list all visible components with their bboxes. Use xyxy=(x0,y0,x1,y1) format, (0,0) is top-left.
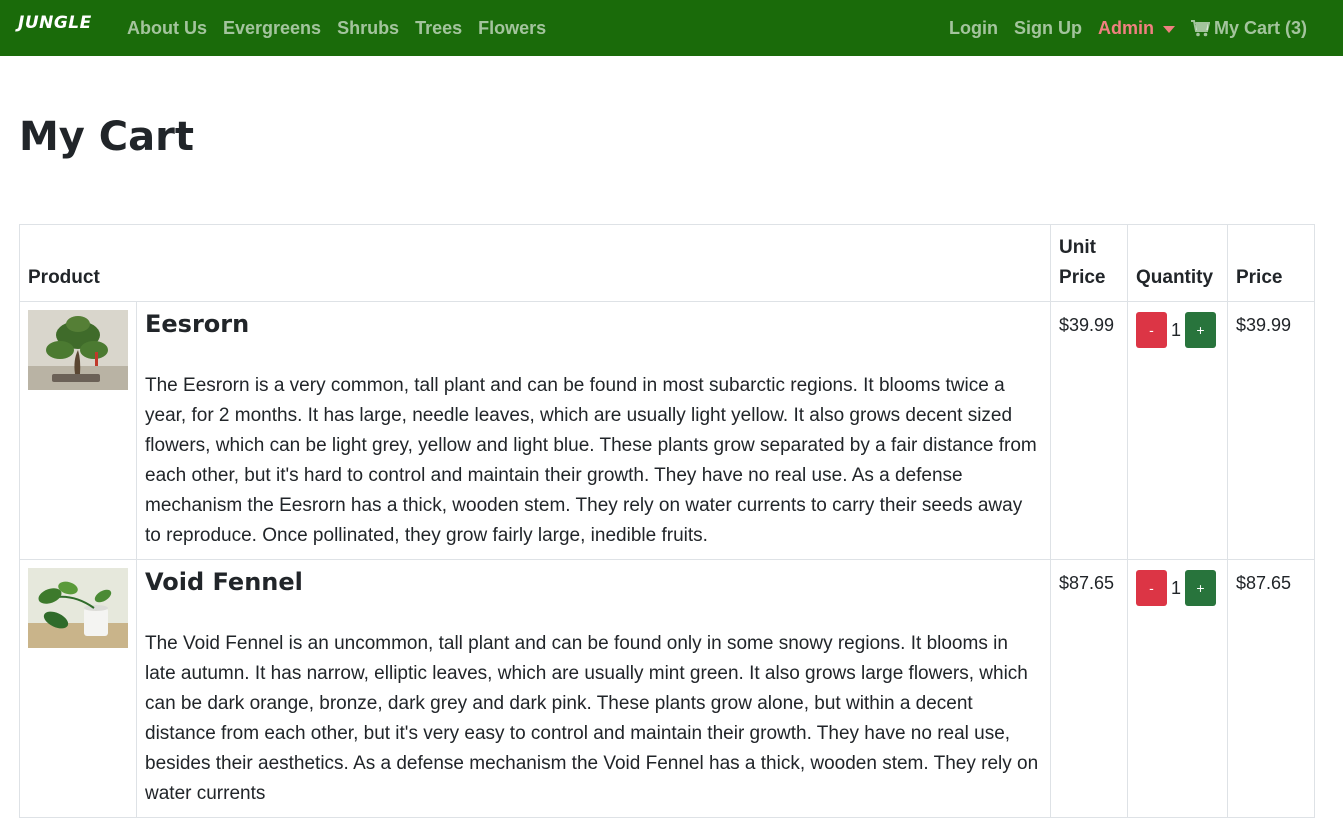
nav-link-evergreens[interactable]: Evergreens xyxy=(223,18,321,39)
header-product: Product xyxy=(18,224,1052,302)
nav-link-signup[interactable]: Sign Up xyxy=(1014,18,1082,39)
quantity-stepper: - 1 + xyxy=(1136,568,1219,606)
nav-link-flowers[interactable]: Flowers xyxy=(478,18,546,39)
nav-left: About Us Evergreens Shrubs Trees Flowers xyxy=(127,0,562,56)
line-price: $87.65 xyxy=(1226,559,1316,818)
product-name: Void Fennel xyxy=(145,568,303,596)
product-image-cell xyxy=(19,559,137,818)
nav-link-trees[interactable]: Trees xyxy=(415,18,462,39)
header-price: Price xyxy=(1226,224,1316,302)
unit-price: $39.99 xyxy=(1050,301,1128,560)
product-name: Eesrorn xyxy=(145,310,250,338)
quantity-cell: - 1 + xyxy=(1127,559,1228,818)
brand-logo[interactable]: JUNGLE xyxy=(18,13,92,33)
product-image-bonsai xyxy=(28,310,128,390)
page-title: My Cart xyxy=(19,114,194,160)
decrease-quantity-button[interactable]: - xyxy=(1136,312,1167,348)
header-unit-price: Unit Price xyxy=(1050,224,1128,302)
increase-quantity-button[interactable]: + xyxy=(1185,570,1216,606)
quantity-stepper: - 1 + xyxy=(1136,310,1219,348)
unit-price: $87.65 xyxy=(1050,559,1128,818)
caret-down-icon xyxy=(1162,25,1175,33)
header-quantity: Quantity xyxy=(1127,224,1228,302)
product-info-cell: Void Fennel The Void Fennel is an uncomm… xyxy=(135,559,1052,818)
product-image-potted-plant xyxy=(28,568,128,648)
table-row: Void Fennel The Void Fennel is an uncomm… xyxy=(19,559,1316,818)
nav-link-my-cart[interactable]: My Cart (3) xyxy=(1190,17,1307,39)
quantity-cell: - 1 + xyxy=(1127,301,1228,560)
admin-dropdown[interactable]: Admin xyxy=(1098,18,1175,39)
cart-table: Product Unit Price Quantity Price Eesror… xyxy=(18,224,1316,818)
nav-link-about-us[interactable]: About Us xyxy=(127,18,207,39)
line-price: $39.99 xyxy=(1226,301,1316,560)
increase-quantity-button[interactable]: + xyxy=(1185,312,1216,348)
nav-right: Login Sign Up Admin My Cart (3) xyxy=(933,0,1307,56)
product-description: The Eesrorn is a very common, tall plant… xyxy=(145,375,1037,546)
table-header-row: Product Unit Price Quantity Price xyxy=(18,224,1316,302)
decrease-quantity-button[interactable]: - xyxy=(1136,570,1167,606)
quantity-value: 1 xyxy=(1170,577,1181,598)
shopping-cart-icon xyxy=(1190,19,1210,36)
product-info-cell: Eesrorn The Eesrorn is a very common, ta… xyxy=(135,301,1052,560)
my-cart-label: My Cart (3) xyxy=(1213,17,1307,38)
product-image-cell xyxy=(19,301,137,560)
product-description: The Void Fennel is an uncommon, tall pla… xyxy=(145,633,1039,804)
nav-link-login[interactable]: Login xyxy=(949,18,998,39)
navbar: JUNGLE About Us Evergreens Shrubs Trees … xyxy=(0,0,1343,56)
nav-link-shrubs[interactable]: Shrubs xyxy=(337,18,399,39)
admin-label: Admin xyxy=(1097,17,1154,38)
table-row: Eesrorn The Eesrorn is a very common, ta… xyxy=(19,301,1316,560)
quantity-value: 1 xyxy=(1170,319,1181,340)
